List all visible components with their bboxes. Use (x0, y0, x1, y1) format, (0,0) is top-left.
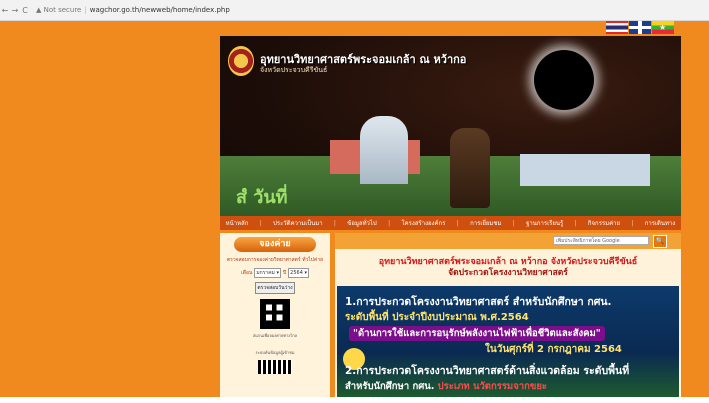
menu-item-learning-bases[interactable]: ฐานการเรียนรู้ (524, 218, 565, 228)
left-sidebar: จองค่าย ตรวจสอบการจองค่ายวิทยาศาสตร์ ทั่… (220, 233, 330, 397)
uk-flag-icon[interactable] (629, 21, 651, 34)
announcement-poster[interactable]: 1.การประกวดโครงงานวิทยาศาสตร์ สำหรับนักศ… (337, 286, 679, 397)
menu-item-structure[interactable]: โครงสร้างองค์กร (399, 218, 447, 228)
menu-item-visit[interactable]: การเยี่ยมชม (468, 218, 503, 228)
security-indicator[interactable]: ▲ Not secure (36, 6, 81, 14)
poster-line-5: 2.การประกวดโครงงานวิทยาศาสตร์ด้านสิ่งแวด… (345, 365, 630, 377)
announcement-subheadline: จัดประกวดโครงงานวิทยาศาสตร์ (448, 268, 568, 278)
site-subtitle: จังหวัดประจวบคีรีขันธ์ (260, 66, 328, 74)
month-select[interactable]: มกราคม ▾ (254, 268, 281, 278)
check-availability-button[interactable]: ตรวจสอบวันว่าง (255, 282, 295, 294)
menu-item-home[interactable]: หน้าหลัก (224, 218, 251, 228)
main-content: เพิ่มประสิทธิภาพโดย Google 🔍 อุทยานวิทยา… (335, 233, 681, 397)
poster-line-6: สำหรับนักศึกษา กศน. ประเภท นวัตกรรมจากขย… (345, 379, 547, 394)
month-label: เดือน (241, 270, 253, 276)
url-separator: | (84, 6, 87, 14)
menu-item-camp-activities[interactable]: กิจกรรมค่าย (586, 218, 622, 228)
year-label: ปี (282, 270, 287, 276)
menu-item-directions[interactable]: การเดินทาง (643, 218, 678, 228)
back-button[interactable]: ← (0, 6, 10, 15)
thai-flag-icon[interactable] (606, 21, 628, 34)
address-bar[interactable]: wagchor.go.th/newweb/home/index.php (90, 6, 230, 14)
month-select-value: มกราคม (256, 270, 275, 276)
menu-divider: | (259, 219, 262, 227)
second-qr-code[interactable] (258, 360, 292, 374)
menu-divider: | (456, 219, 459, 227)
garden-sign: สํ วันที่ (236, 187, 288, 208)
menu-divider: | (388, 219, 391, 227)
qr-caption: สแกนเพื่อจองค่ายทางไกล (252, 333, 298, 338)
booking-form: เดือน มกราคม ▾ ปี 2564 ▾ (220, 268, 330, 278)
booking-note: ตรวจสอบการจองค่ายวิทยาศาสตร์ ทั่วไปค่าย (226, 257, 324, 263)
language-switcher: ★ (606, 21, 674, 35)
year-select-value: 2564 (290, 270, 303, 276)
myanmar-flag-icon[interactable]: ★ (652, 21, 674, 34)
browser-toolbar: ← → C ▲ Not secure | wagchor.go.th/newwe… (0, 0, 709, 21)
menu-divider: | (631, 219, 634, 227)
museum-building-graphic (520, 154, 650, 186)
page-bottom-edge (0, 397, 709, 403)
search-bar: เพิ่มประสิทธิภาพโดย Google 🔍 (335, 233, 681, 249)
announcement-headline: อุทยานวิทยาศาสตร์พระจอมเกล้า ณ หว้ากอ จั… (378, 257, 638, 267)
poster-date: ในวันศุกร์ที่ 2 กรกฎาคม 2564 (485, 344, 622, 355)
main-menu: หน้าหลัก | ประวัติความเป็นมา | ข้อมูลทั่… (220, 216, 681, 230)
visitor-stats-caption: ระบบค้นข้อมูลผู้เข้าชม (255, 350, 295, 355)
menu-divider: | (574, 219, 577, 227)
camp-booking-heading[interactable]: จองค่าย (234, 237, 316, 252)
poster-line-6-start: สำหรับนักศึกษา กศน. (345, 381, 438, 392)
menu-divider: | (333, 219, 336, 227)
booking-qr-code[interactable] (260, 299, 290, 329)
site-logo[interactable] (228, 46, 254, 76)
poster-line-6-highlight: ประเภท นวัตกรรมจากขยะ (437, 381, 548, 392)
menu-item-general-info[interactable]: ข้อมูลทั่วไป (345, 218, 379, 228)
observatory-dome-graphic (360, 116, 408, 184)
menu-divider: | (512, 219, 515, 227)
forward-button[interactable]: → (10, 6, 20, 15)
menu-item-history[interactable]: ประวัติความเป็นมา (271, 218, 325, 228)
eclipse-image (534, 50, 594, 110)
reload-button[interactable]: C (20, 6, 30, 15)
search-icon[interactable]: 🔍 (653, 235, 667, 248)
king-statue-graphic (450, 128, 490, 208)
poster-line-1: 1.การประกวดโครงงานวิทยาศาสตร์ สำหรับนักศ… (345, 296, 612, 308)
year-select[interactable]: 2564 ▾ (288, 268, 309, 278)
header-banner: อุทยานวิทยาศาสตร์พระจอมเกล้า ณ หว้ากอ จั… (220, 36, 681, 216)
poster-line-3: "ด้านการใช้และการอนุรักษ์พลังงานไฟฟ้าเพื… (349, 326, 605, 341)
poster-line-2: ระดับพื้นที่ ประจำปีงบประมาณ พ.ศ.2564 (345, 312, 529, 323)
google-search-input[interactable]: เพิ่มประสิทธิภาพโดย Google (553, 236, 649, 245)
